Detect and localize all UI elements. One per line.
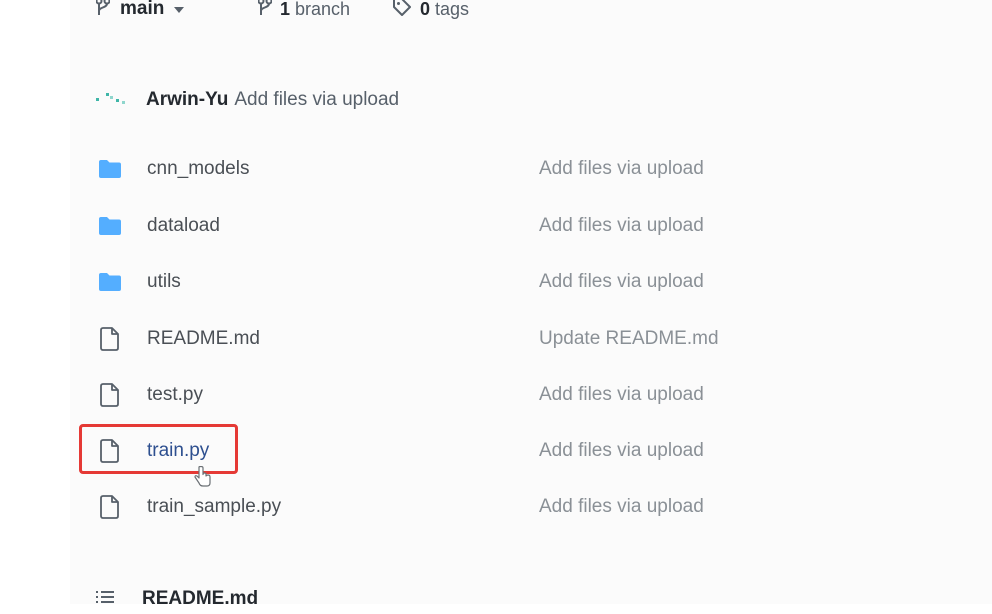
- list-icon[interactable]: [96, 588, 114, 610]
- branch-name: main: [120, 0, 165, 19]
- file-name[interactable]: cnn_models: [147, 158, 249, 180]
- branches-link[interactable]: 1 branch: [257, 0, 351, 24]
- file-icon: [96, 493, 124, 521]
- branch-selector[interactable]: main: [95, 0, 185, 24]
- file-commit-message[interactable]: Add files via upload: [539, 271, 704, 293]
- file-icon: [96, 381, 124, 409]
- file-name[interactable]: train_sample.py: [147, 496, 281, 518]
- file-name[interactable]: README.md: [147, 328, 260, 350]
- file-name[interactable]: utils: [147, 271, 181, 293]
- file-commit-message[interactable]: Update README.md: [539, 328, 719, 350]
- file-row-readme[interactable]: README.md Update README.md: [96, 322, 796, 356]
- latest-commit: Arwin-Yu Add files via upload: [96, 86, 399, 114]
- branch-count: 1: [280, 0, 291, 19]
- readme-header: README.md: [96, 584, 258, 614]
- commit-author[interactable]: Arwin-Yu: [146, 89, 228, 111]
- tag-icon: [392, 0, 412, 22]
- folder-icon: [96, 268, 124, 296]
- file-row-dataload[interactable]: dataload Add files via upload: [96, 209, 796, 243]
- file-commit-message[interactable]: Add files via upload: [539, 384, 704, 406]
- file-row-test-py[interactable]: test.py Add files via upload: [96, 378, 796, 412]
- file-row-train-sample-py[interactable]: train_sample.py Add files via upload: [96, 490, 796, 524]
- tags-link[interactable]: 0 tags: [392, 0, 469, 24]
- file-row-utils[interactable]: utils Add files via upload: [96, 265, 796, 299]
- pointer-cursor-icon: [194, 465, 212, 493]
- readme-title: README.md: [142, 588, 259, 609]
- avatar[interactable]: [96, 89, 128, 111]
- file-commit-message[interactable]: Add files via upload: [539, 215, 704, 237]
- file-name[interactable]: test.py: [147, 384, 203, 406]
- caret-down-icon: [174, 0, 185, 18]
- folder-icon: [96, 155, 124, 183]
- highlight-box: [79, 424, 238, 474]
- tag-label: tags: [435, 0, 470, 19]
- file-commit-message[interactable]: Add files via upload: [539, 158, 704, 180]
- tag-count: 0: [420, 0, 431, 19]
- commit-message[interactable]: Add files via upload: [234, 89, 399, 111]
- page-margin: [0, 0, 70, 604]
- file-row-cnn-models[interactable]: cnn_models Add files via upload: [96, 152, 796, 186]
- file-commit-message[interactable]: Add files via upload: [539, 496, 704, 518]
- git-branch-icon: [95, 0, 111, 22]
- folder-icon: [96, 212, 124, 240]
- file-name[interactable]: dataload: [147, 215, 220, 237]
- file-commit-message[interactable]: Add files via upload: [539, 440, 704, 462]
- file-icon: [96, 325, 124, 353]
- git-branch-icon: [257, 0, 273, 22]
- branch-label: branch: [295, 0, 351, 19]
